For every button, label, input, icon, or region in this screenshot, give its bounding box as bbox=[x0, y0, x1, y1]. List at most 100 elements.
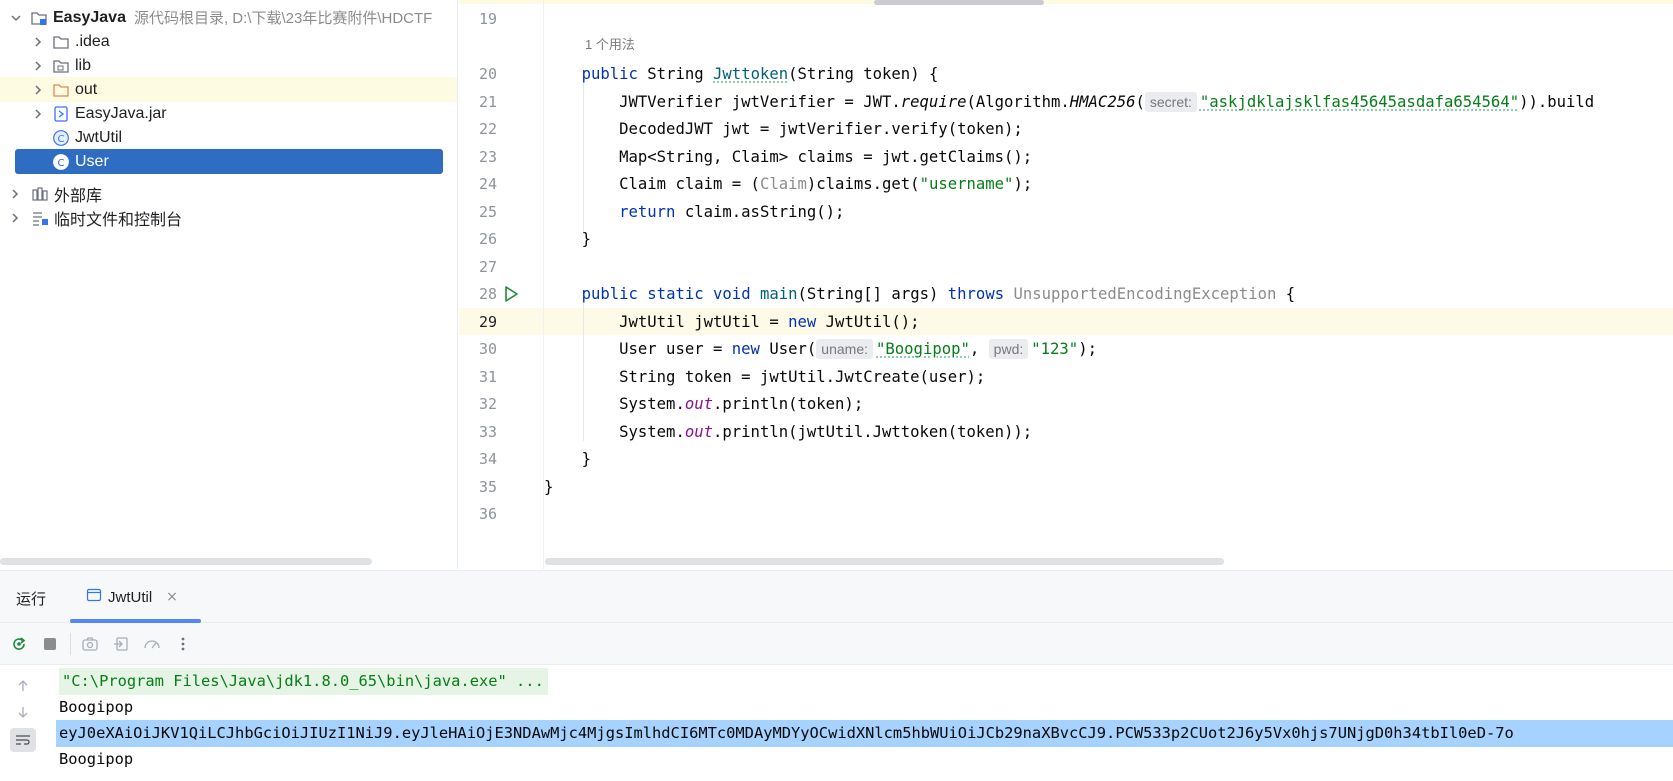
tab-label: JwtUtil bbox=[108, 588, 153, 606]
tree-item-label: 外部库 bbox=[54, 187, 103, 205]
code-line-26: } bbox=[581, 230, 591, 248]
line-number: 33 bbox=[478, 423, 497, 441]
tree-item-label: User bbox=[75, 152, 109, 170]
console-line-command: "C:\Program Files\Java\jdk1.8.0_65\bin\j… bbox=[59, 668, 548, 695]
excluded-folder-icon bbox=[52, 81, 70, 99]
code-line-32: System.out.println(token); bbox=[619, 395, 864, 413]
editor-horizontal-scrollbar-top[interactable] bbox=[874, 0, 1044, 5]
code-line-28: public static void main(String[] args) t… bbox=[581, 285, 1296, 303]
library-folder-icon bbox=[52, 57, 70, 75]
tree-horizontal-scrollbar[interactable] bbox=[0, 558, 372, 565]
code-line-22: DecodedJWT jwt = jwtVerifier.verify(toke… bbox=[619, 120, 1023, 138]
import-icon[interactable] bbox=[108, 631, 134, 657]
line-number: 23 bbox=[478, 148, 497, 166]
chevron-right-icon[interactable] bbox=[7, 186, 23, 202]
code-line-21: JWTVerifier jwtVerifier = JWT.require(Al… bbox=[619, 92, 1595, 112]
line-number: 36 bbox=[478, 505, 497, 523]
chevron-right-icon[interactable] bbox=[30, 82, 46, 98]
line-number: 31 bbox=[478, 368, 497, 386]
code-line-33: System.out.println(jwtUtil.Jwttoken(toke… bbox=[619, 423, 1033, 441]
code-line-24: Claim claim = (Claim)claims.get("usernam… bbox=[619, 175, 1033, 193]
close-icon[interactable]: × bbox=[166, 589, 178, 605]
tree-item-jar[interactable]: EasyJava.jar bbox=[0, 101, 457, 126]
soft-wrap-icon[interactable] bbox=[10, 728, 36, 752]
rerun-icon[interactable] bbox=[6, 631, 32, 657]
line-number: 30 bbox=[478, 340, 497, 358]
tree-item-scratches[interactable]: 临时文件和控制台 bbox=[0, 205, 457, 230]
code-line-29: JwtUtil jwtUtil = new JwtUtil(); bbox=[619, 313, 920, 331]
tree-root-label: EasyJava bbox=[53, 8, 126, 26]
line-number: 32 bbox=[478, 395, 497, 413]
code-line-30: User user = new User(uname: "Boogipop", p… bbox=[619, 339, 1097, 359]
line-number: 27 bbox=[478, 258, 497, 276]
tree-item-label: 临时文件和控制台 bbox=[54, 211, 183, 229]
chevron-down-icon[interactable] bbox=[8, 10, 24, 26]
param-hint-pwd: pwd: bbox=[988, 339, 1029, 359]
chevron-right-icon[interactable] bbox=[30, 34, 46, 50]
tab-jwtutil[interactable]: JwtUtil × bbox=[70, 571, 201, 623]
line-number: 19 bbox=[478, 10, 497, 28]
param-hint-secret: secret: bbox=[1144, 92, 1197, 112]
jar-icon bbox=[52, 105, 70, 123]
libraries-icon bbox=[31, 185, 49, 203]
project-tree: EasyJava 源代码根目录, D:\下载\23年比赛附件\HDCTF .id… bbox=[0, 0, 458, 569]
class-icon: C bbox=[52, 153, 70, 171]
camera-icon[interactable] bbox=[77, 631, 103, 657]
tree-item-external-libraries[interactable]: 外部库 bbox=[0, 181, 457, 206]
line-number: 28 bbox=[478, 285, 497, 303]
console-line-selected: eyJ0eXAiOiJKV1QiLCJhbGciOiJIUzI1NiJ9.eyJ… bbox=[56, 720, 1673, 747]
arrow-up-icon[interactable] bbox=[10, 674, 36, 698]
code-line-20: public String Jwttoken(String token) { bbox=[581, 65, 939, 83]
console-line: Boogipop bbox=[59, 750, 134, 768]
profiler-icon[interactable] bbox=[139, 631, 165, 657]
tree-item-label: lib bbox=[75, 56, 92, 74]
chevron-right-icon[interactable] bbox=[30, 58, 46, 74]
editor-horizontal-scrollbar[interactable] bbox=[545, 558, 1224, 565]
run-main-gutter-icon[interactable] bbox=[502, 285, 520, 303]
arrow-down-icon[interactable] bbox=[10, 700, 36, 724]
param-hint-uname: uname: bbox=[816, 339, 873, 359]
line-number: 24 bbox=[478, 175, 497, 193]
tree-item-label: .idea bbox=[75, 32, 110, 50]
line-number: 20 bbox=[478, 65, 497, 83]
tree-item-label: JwtUtil bbox=[75, 128, 123, 146]
chevron-right-icon[interactable] bbox=[30, 106, 46, 122]
console-output[interactable]: "C:\Program Files\Java\jdk1.8.0_65\bin\j… bbox=[0, 666, 1673, 781]
svg-text:C: C bbox=[58, 158, 65, 169]
scratches-icon bbox=[31, 209, 49, 227]
line-number: 26 bbox=[478, 230, 497, 248]
code-line-35: } bbox=[544, 478, 554, 496]
tree-item-idea[interactable]: .idea bbox=[0, 29, 457, 54]
usage-hint[interactable]: 1 个用法 bbox=[585, 34, 635, 53]
module-folder-icon bbox=[30, 9, 48, 27]
tree-item-jwtutil[interactable]: C JwtUtil bbox=[0, 125, 457, 150]
svg-text:C: C bbox=[58, 134, 65, 145]
line-number: 35 bbox=[478, 478, 497, 496]
tree-item-lib[interactable]: lib bbox=[0, 53, 457, 78]
code-line-23: Map<String, Claim> claims = jwt.getClaim… bbox=[619, 148, 1033, 166]
code-line-31: String token = jwtUtil.JwtCreate(user); bbox=[619, 368, 986, 386]
chevron-right-icon[interactable] bbox=[7, 210, 23, 226]
line-number: 34 bbox=[478, 450, 497, 468]
tree-item-label: EasyJava.jar bbox=[75, 104, 167, 122]
tree-item-root[interactable]: EasyJava 源代码根目录, D:\下载\23年比赛附件\HDCTF bbox=[0, 5, 457, 30]
tree-root-path: 源代码根目录, D:\下载\23年比赛附件\HDCTF bbox=[133, 10, 433, 27]
run-header: 运行 JwtUtil × bbox=[0, 571, 1673, 623]
run-tool-window: 运行 JwtUtil × "C:\Program Files\Java\jdk1… bbox=[0, 570, 1673, 781]
run-toolbar bbox=[0, 623, 1673, 665]
code-editor[interactable]: 19 20 21 22 23 24 25 26 27 28 29 30 31 3… bbox=[459, 0, 1673, 569]
code-line-34: } bbox=[581, 450, 591, 468]
tree-item-label: out bbox=[75, 80, 98, 98]
line-number: 29 bbox=[478, 313, 497, 331]
tree-item-user[interactable]: C User bbox=[15, 149, 443, 174]
folder-icon bbox=[52, 33, 70, 51]
tree-item-out[interactable]: out bbox=[0, 77, 457, 102]
run-window-title: 运行 bbox=[16, 591, 47, 608]
run-config-icon bbox=[86, 587, 102, 607]
line-number: 25 bbox=[478, 203, 497, 221]
console-line: Boogipop bbox=[59, 698, 134, 716]
more-options-icon[interactable] bbox=[170, 631, 196, 657]
stop-icon[interactable] bbox=[37, 631, 63, 657]
line-number: 21 bbox=[478, 93, 497, 111]
code-line-25: return claim.asString(); bbox=[619, 203, 845, 221]
